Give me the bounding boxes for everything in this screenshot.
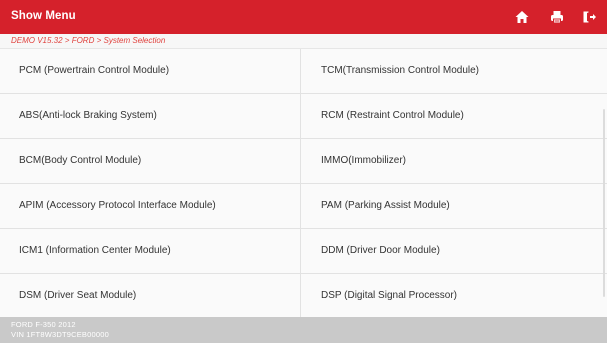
breadcrumb: DEMO V15.32 > FORD > System Selection bbox=[11, 36, 166, 45]
vehicle-vin: VIN 1FT8W3DT9CEB00000 bbox=[11, 330, 109, 339]
table-row: PCM (Powertrain Control Module) TCM(Tran… bbox=[0, 49, 607, 94]
table-row: APIM (Accessory Protocol Interface Modul… bbox=[0, 184, 607, 229]
module-item[interactable]: APIM (Accessory Protocol Interface Modul… bbox=[0, 184, 300, 228]
module-item[interactable]: ABS(Anti-lock Braking System) bbox=[0, 94, 300, 138]
home-icon[interactable] bbox=[514, 9, 530, 25]
title-bar: Show Menu bbox=[0, 0, 607, 34]
app-window: Show Menu DEMO V15.32 > FORD > System Se… bbox=[0, 0, 607, 343]
module-item[interactable]: PAM (Parking Assist Module) bbox=[300, 184, 607, 228]
print-icon[interactable] bbox=[549, 9, 565, 25]
table-row: ABS(Anti-lock Braking System) RCM (Restr… bbox=[0, 94, 607, 139]
vehicle-info-bar: FORD F-350 2012 VIN 1FT8W3DT9CEB00000 bbox=[0, 317, 607, 343]
module-item[interactable]: PCM (Powertrain Control Module) bbox=[0, 49, 300, 93]
module-item[interactable]: TCM(Transmission Control Module) bbox=[300, 49, 607, 93]
module-item[interactable]: BCM(Body Control Module) bbox=[0, 139, 300, 183]
module-item[interactable]: DDM (Driver Door Module) bbox=[300, 229, 607, 273]
module-grid: PCM (Powertrain Control Module) TCM(Tran… bbox=[0, 49, 607, 318]
module-item[interactable]: DSM (Driver Seat Module) bbox=[0, 274, 300, 318]
page-title: Show Menu bbox=[11, 10, 76, 22]
exit-icon[interactable] bbox=[581, 9, 597, 25]
module-item[interactable]: DSP (Digital Signal Processor) bbox=[300, 274, 607, 318]
scrollbar[interactable] bbox=[603, 109, 605, 297]
table-row: BCM(Body Control Module) IMMO(Immobilize… bbox=[0, 139, 607, 184]
breadcrumb-bar: DEMO V15.32 > FORD > System Selection bbox=[0, 34, 607, 49]
vehicle-model: FORD F-350 2012 bbox=[11, 320, 76, 329]
module-item[interactable]: ICM1 (Information Center Module) bbox=[0, 229, 300, 273]
module-item[interactable]: RCM (Restraint Control Module) bbox=[300, 94, 607, 138]
table-row: DSM (Driver Seat Module) DSP (Digital Si… bbox=[0, 274, 607, 318]
module-item[interactable]: IMMO(Immobilizer) bbox=[300, 139, 607, 183]
table-row: ICM1 (Information Center Module) DDM (Dr… bbox=[0, 229, 607, 274]
